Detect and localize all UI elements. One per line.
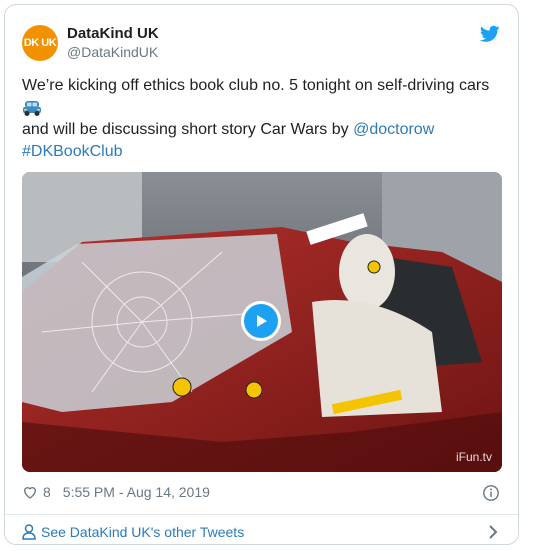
tweet-card: DK UK DataKind UK @DataKindUK We’re kick… (4, 4, 519, 545)
watermark: iFun.tv (455, 450, 492, 464)
mention-link[interactable]: @doctorow (353, 121, 434, 138)
play-button[interactable] (241, 301, 281, 341)
heart-icon[interactable] (22, 484, 38, 500)
author-handle[interactable]: @DataKindUK (67, 44, 158, 60)
hashtag-link[interactable]: #DKBookClub (22, 143, 123, 160)
tweet-line1: We’re kicking off ethics book club no. 5… (22, 77, 490, 94)
tweet-text: We’re kicking off ethics book club no. 5… (22, 75, 502, 163)
tweet-meta: 8 5:55 PM - Aug 14, 2019 (22, 484, 210, 500)
play-icon (257, 315, 267, 327)
info-icon[interactable] (482, 484, 500, 502)
video-media[interactable]: iFun.tv (22, 172, 502, 472)
avatar-text: DK UK (23, 37, 57, 49)
author-name[interactable]: DataKind UK (67, 25, 159, 42)
other-tweets-link[interactable]: See DataKind UK's other Tweets (41, 524, 244, 540)
footer[interactable]: See DataKind UK's other Tweets (5, 514, 518, 544)
person-icon (22, 524, 36, 540)
avatar[interactable]: DK UK (22, 25, 58, 61)
car-icon (23, 100, 41, 116)
chevron-right-icon (489, 525, 498, 539)
timestamp[interactable]: 5:55 PM - Aug 14, 2019 (63, 484, 210, 500)
tweet-line2: and will be discussing short story Car W… (22, 121, 354, 138)
like-count[interactable]: 8 (43, 484, 51, 500)
twitter-bird-icon[interactable] (480, 25, 500, 43)
